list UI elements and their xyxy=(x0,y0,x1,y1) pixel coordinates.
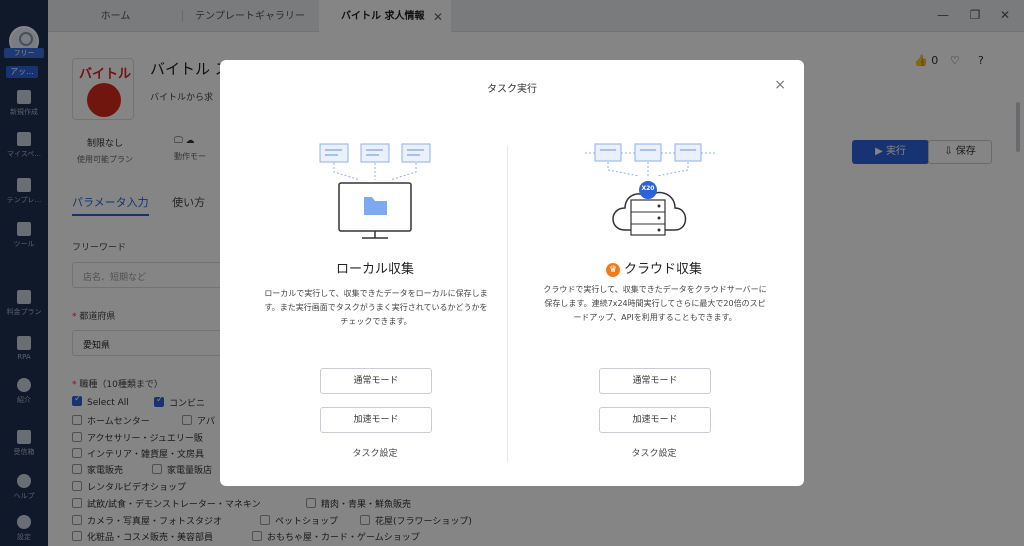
cloud-fast-mode-button[interactable]: 加速モード xyxy=(599,407,711,433)
cloud-description: クラウドで実行して、収集できたデータをクラウドサーバーに保存します。連続7x24… xyxy=(543,285,767,322)
local-fast-mode-button[interactable]: 加速モード xyxy=(320,407,432,433)
dialog-close-icon[interactable]: × xyxy=(774,77,786,93)
local-task-settings-link[interactable]: タスク設定 xyxy=(250,446,500,459)
local-pc-illustration xyxy=(319,143,431,239)
local-title: ローカル収集 xyxy=(335,262,414,277)
cloud-collection-option: X20 ♛ クラウド収集 クラウドで実行して、収集できたデータをクラウドサーバーに… xyxy=(529,140,779,470)
cloud-title: クラウド収集 xyxy=(623,262,702,277)
local-collection-option: ローカル収集 ローカルで実行して、収集できたデータをローカルに保存します。また実… xyxy=(250,140,500,470)
task-run-dialog: タスク実行 × ローカル収集 ローカルで実行して、収集できたデータをローカルに保… xyxy=(220,60,804,486)
local-description: ローカルで実行して、収集できたデータをローカルに保存します。また実行画面でタスク… xyxy=(264,289,488,326)
speed-badge: X20 xyxy=(641,185,655,192)
cloud-title-row: ♛ クラウド収集 xyxy=(529,258,779,277)
local-normal-mode-button[interactable]: 通常モード xyxy=(320,368,432,394)
cloud-normal-mode-button[interactable]: 通常モード xyxy=(599,368,711,394)
crown-icon: ♛ xyxy=(605,263,620,277)
cloud-task-settings-link[interactable]: タスク設定 xyxy=(529,446,779,459)
dialog-title: タスク実行 xyxy=(487,84,537,95)
column-divider xyxy=(507,146,508,462)
